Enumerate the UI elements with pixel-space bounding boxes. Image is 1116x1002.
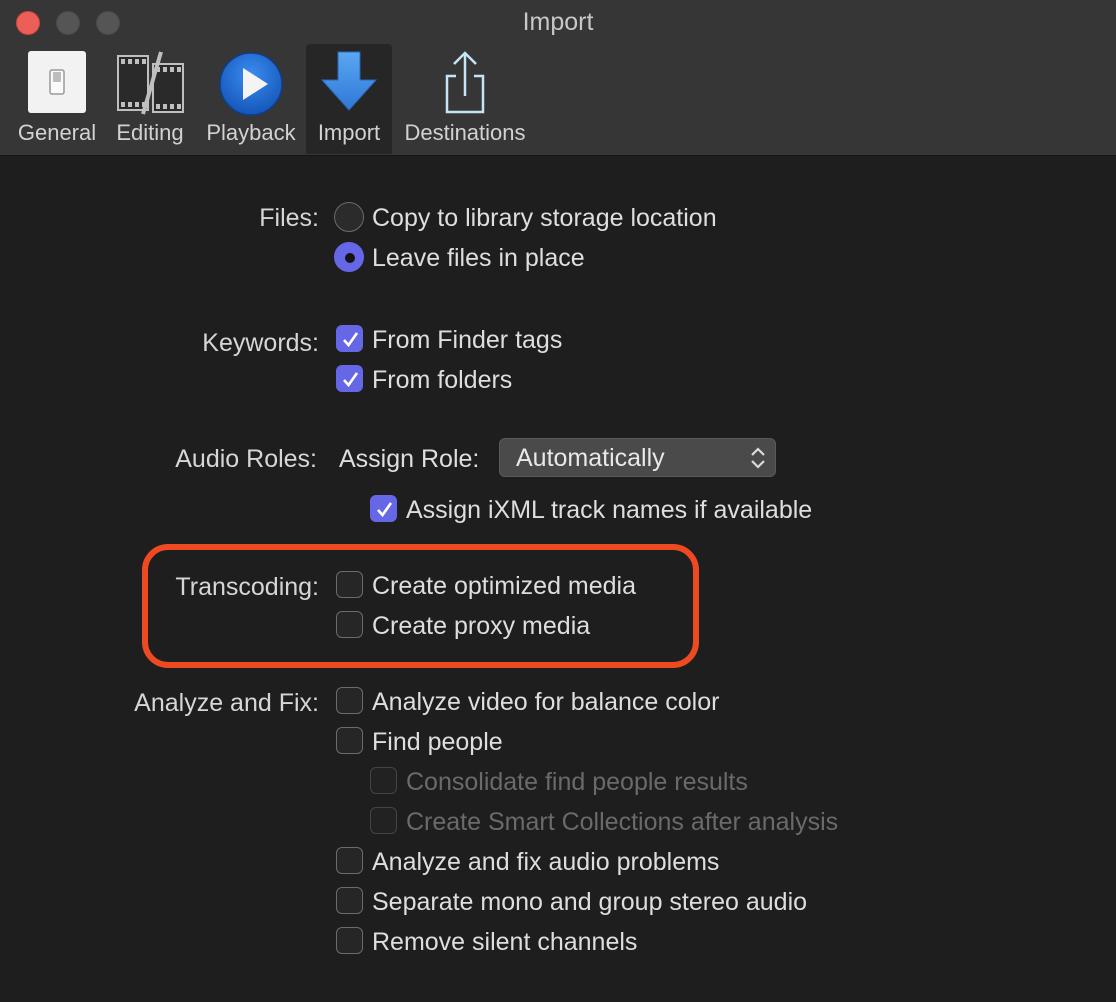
checkbox-assign-ixml[interactable] [370, 495, 397, 522]
analyze-and-fix-label: Analyze and Fix: [134, 689, 319, 717]
option-label-consolidate-find-people: Consolidate find people results [406, 768, 748, 796]
checkbox-analyze-video-balance-color[interactable] [336, 687, 363, 714]
checkbox-from-folders[interactable] [336, 365, 363, 392]
toolbar-item-import[interactable]: Import [306, 44, 392, 154]
option-label-create-smart-collections: Create Smart Collections after analysis [406, 808, 839, 836]
toolbar-item-general[interactable]: General [16, 44, 98, 154]
toolbar-item-editing[interactable]: Editing [108, 44, 192, 154]
radio-leave-files-in-place[interactable] [334, 242, 364, 272]
window-title: Import [522, 8, 594, 36]
general-switch-icon [22, 48, 92, 118]
option-label-analyze-video-balance-color: Analyze video for balance color [372, 688, 720, 716]
checkbox-remove-silent-channels[interactable] [336, 927, 363, 954]
title-bar: Import General Editing Playback Import D… [0, 0, 1116, 156]
toolbar-label-destinations: Destinations [404, 120, 526, 145]
play-circle-icon [216, 48, 286, 118]
option-label-analyze-fix-audio: Analyze and fix audio problems [372, 848, 720, 876]
assign-role-value: Automatically [516, 444, 665, 472]
keywords-label: Keywords: [202, 329, 319, 357]
option-label-from-finder-tags: From Finder tags [372, 326, 563, 354]
radio-copy-to-library[interactable] [334, 202, 364, 232]
checkbox-from-finder-tags[interactable] [336, 325, 363, 352]
toolbar-label-editing: Editing [116, 120, 184, 145]
preferences-window: Import General Editing Playback Import D… [0, 0, 1116, 1002]
assign-role-select[interactable]: Automatically [499, 438, 776, 477]
files-label: Files: [259, 204, 319, 232]
share-icon [430, 48, 500, 118]
option-label-leave-files-in-place: Leave files in place [372, 244, 585, 272]
updown-chevron-icon [749, 445, 767, 471]
toolbar-item-playback[interactable]: Playback [202, 44, 300, 154]
toolbar-label-playback: Playback [206, 120, 296, 145]
toolbar-item-destinations[interactable]: Destinations [398, 44, 532, 154]
checkbox-find-people[interactable] [336, 727, 363, 754]
checkbox-create-smart-collections[interactable] [370, 807, 397, 834]
checkbox-consolidate-find-people[interactable] [370, 767, 397, 794]
checkbox-analyze-fix-audio[interactable] [336, 847, 363, 874]
toolbar-label-general: General [17, 120, 97, 145]
toolbar-label-import: Import [317, 120, 381, 145]
assign-role-label: Assign Role: [339, 445, 480, 473]
audio-roles-label: Audio Roles: [175, 445, 317, 473]
import-arrow-icon [314, 48, 384, 118]
option-label-remove-silent-channels: Remove silent channels [372, 928, 638, 956]
transcoding-highlight-frame [142, 544, 699, 668]
option-label-copy-to-library: Copy to library storage location [372, 204, 717, 232]
film-edit-icon [115, 48, 185, 118]
checkbox-separate-mono-stereo[interactable] [336, 887, 363, 914]
option-label-find-people: Find people [372, 728, 503, 756]
option-label-from-folders: From folders [372, 366, 513, 394]
option-label-assign-ixml: Assign iXML track names if available [406, 496, 813, 524]
option-label-separate-mono-stereo: Separate mono and group stereo audio [372, 888, 808, 916]
